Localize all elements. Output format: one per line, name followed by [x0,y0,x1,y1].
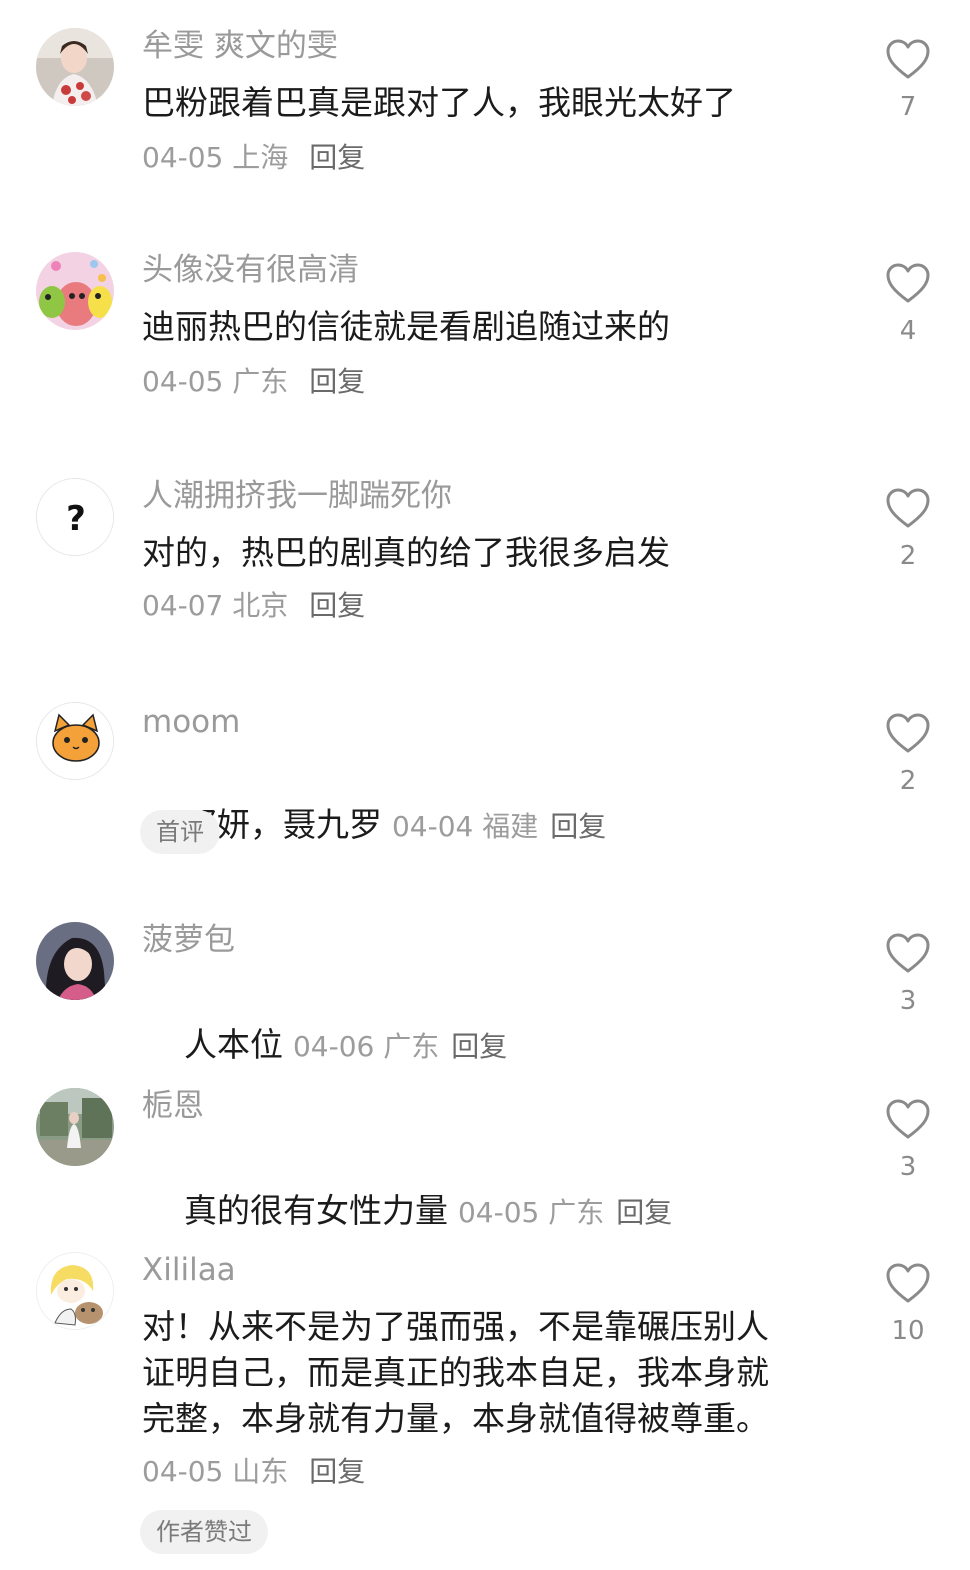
question-mark-avatar-icon: ? [37,479,113,555]
comment-meta: 04-05 山东 回复 [142,1454,365,1490]
comment-meta: 04-04 福建 回复 [392,810,606,843]
comment-text: 邓妍，聂九罗 04-04 福建 回复 [142,756,832,896]
user-avatar[interactable] [36,702,114,780]
reply-button[interactable]: 回复 [451,1030,507,1063]
comment-date: 04-05 [142,365,224,398]
heart-icon [886,1263,930,1303]
comment-date: 04-06 [292,1030,375,1063]
like-count: 7 [899,92,917,122]
comment-meta: 04-05 上海 回复 [142,140,365,176]
cartoon-avatar-icon [36,252,114,330]
user-avatar[interactable] [36,252,114,330]
comment-item: 栀恩 真的很有女性力量 04-05 广东 回复 3 [0,1060,970,1230]
comment-username[interactable]: 人潮拥挤我一脚踹死你 [142,476,452,516]
comment-item: ? 人潮拥挤我一脚踹死你 对的，热巴的剧真的给了我很多启发 04-07 北京 回… [0,448,970,648]
heart-icon [886,488,930,528]
comment-username[interactable]: Xililaa [142,1250,236,1290]
comment-text: 巴粉跟着巴真是跟对了人，我眼光太好了 [142,83,736,122]
photo-avatar-icon [36,1088,114,1166]
first-comment-badge: 首评 [140,810,220,854]
comment-item: Xililaa 对！从来不是为了强而强，不是靠碾压别人 证明自己，而是真正的我本… [0,1226,970,1570]
user-avatar[interactable] [36,1088,114,1166]
comment-meta: 04-06 广东 回复 [293,1030,507,1063]
comment-username[interactable]: 栀恩 [142,1086,204,1126]
comment-item: 牟雯 爽文的雯 巴粉跟着巴真是跟对了人，我眼光太好了 04-05 上海 回复 7 [0,0,970,200]
heart-icon [886,933,930,973]
reply-button[interactable]: 回复 [309,141,365,174]
comment-date: 04-07 [142,589,224,622]
reply-button[interactable]: 回复 [616,1196,672,1229]
portrait-avatar-icon [36,28,114,106]
like-button[interactable]: 7 [884,38,932,122]
reply-button[interactable]: 回复 [550,810,606,843]
comment-location: 福建 [482,810,539,843]
comment-text: 迪丽热巴的信徒就是看剧追随过来的 [142,307,670,346]
author-liked-badge: 作者赞过 [140,1510,268,1554]
heart-icon [886,263,930,303]
comment-text-body: 人本位 [183,1025,283,1064]
comment-date: 04-05 [457,1196,540,1229]
comment-username[interactable]: moom [142,702,240,742]
like-button[interactable]: 2 [884,712,932,796]
user-avatar[interactable] [36,28,114,106]
like-count: 2 [899,541,917,571]
comment-location: 广东 [383,1030,440,1063]
comment-location: 广东 [232,365,289,398]
comment-meta: 04-07 北京 回复 [142,588,365,624]
like-count: 2 [899,766,917,796]
heart-icon [886,713,930,753]
reply-button[interactable]: 回复 [309,1455,365,1488]
comment-location: 北京 [232,589,289,622]
comment-username[interactable]: 菠萝包 [142,920,235,960]
portrait-avatar-icon [36,922,114,1000]
comment-location: 山东 [232,1455,289,1488]
comment-item: 头像没有很高清 迪丽热巴的信徒就是看剧追随过来的 04-05 广东 回复 4 [0,224,970,424]
svg-text:?: ? [66,499,86,539]
comment-meta: 04-05 广东 回复 [142,364,365,400]
like-button[interactable]: 3 [884,932,932,1016]
comment-date: 04-05 [142,141,224,174]
heart-icon [886,1099,930,1139]
cartoon-avatar-icon [37,1253,113,1329]
user-avatar[interactable]: ? [36,478,114,556]
like-button[interactable]: 2 [884,487,932,571]
comment-location: 上海 [232,141,289,174]
comment-meta: 04-05 广东 回复 [458,1196,672,1229]
cat-avatar-icon [37,703,113,779]
comment-username[interactable]: 牟雯 爽文的雯 [142,26,338,66]
comment-text: 对！从来不是为了强而强，不是靠碾压别人 证明自己，而是真正的我本自足，我本身就 … [142,1307,769,1438]
comment-date: 04-05 [142,1455,224,1488]
reply-button[interactable]: 回复 [309,365,365,398]
like-button[interactable]: 4 [884,262,932,346]
comment-date: 04-04 [391,810,474,843]
like-count: 3 [899,1152,917,1182]
like-button[interactable]: 10 [884,1262,932,1346]
comment-text: 对的，热巴的剧真的给了我很多启发 [142,533,670,572]
user-avatar[interactable] [36,922,114,1000]
heart-icon [886,39,930,79]
comment-username[interactable]: 头像没有很高清 [142,250,359,290]
comment-text-body: 真的很有女性力量 [183,1191,448,1230]
user-avatar[interactable] [36,1252,114,1330]
like-count: 4 [899,316,917,346]
comment-location: 广东 [548,1196,605,1229]
like-count: 10 [891,1316,925,1346]
reply-button[interactable]: 回复 [309,589,365,622]
comment-item: 菠萝包 人本位 04-06 广东 回复 3 [0,894,970,1064]
like-button[interactable]: 3 [884,1098,932,1182]
comment-item: moom 邓妍，聂九罗 04-04 福建 回复 首评 2 [0,672,970,872]
like-count: 3 [899,986,917,1016]
